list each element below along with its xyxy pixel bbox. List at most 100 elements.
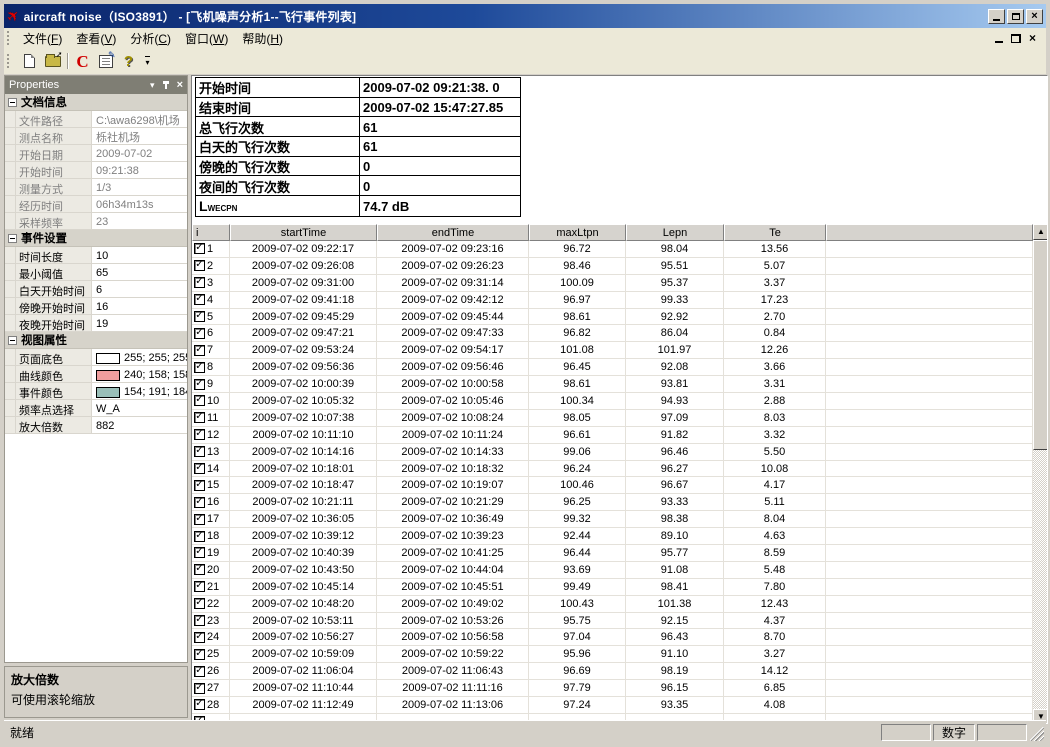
table-row[interactable]: 132009-07-02 10:14:162009-07-02 10:14:33… xyxy=(192,444,1033,461)
event-checkbox[interactable] xyxy=(194,260,205,271)
event-checkbox[interactable] xyxy=(194,514,205,525)
color-swatch[interactable] xyxy=(96,353,120,364)
event-checkbox[interactable] xyxy=(194,379,205,390)
table-row[interactable]: 162009-07-02 10:21:112009-07-02 10:21:29… xyxy=(192,494,1033,511)
vertical-scrollbar[interactable]: ▲ ▼ xyxy=(1033,224,1048,724)
event-checkbox[interactable] xyxy=(194,412,205,423)
event-checkbox[interactable] xyxy=(194,328,205,339)
event-checkbox[interactable] xyxy=(194,581,205,592)
table-row[interactable]: 102009-07-02 10:05:322009-07-02 10:05:46… xyxy=(192,393,1033,410)
menu-item-analysis[interactable]: 分析(C) xyxy=(123,30,178,48)
table-row[interactable]: 212009-07-02 10:45:142009-07-02 10:45:51… xyxy=(192,579,1033,596)
event-checkbox[interactable] xyxy=(194,446,205,457)
table-row[interactable]: 32009-07-02 09:31:002009-07-02 09:31:141… xyxy=(192,275,1033,292)
table-row[interactable]: 82009-07-02 09:56:362009-07-02 09:56:469… xyxy=(192,359,1033,376)
panel-menu-chevron-icon[interactable]: ▾ xyxy=(150,81,155,90)
property-section-header[interactable]: 事件设置 xyxy=(5,230,187,247)
event-checkbox[interactable] xyxy=(194,497,205,508)
event-checkbox[interactable] xyxy=(194,683,205,694)
table-row[interactable]: 282009-07-02 11:12:492009-07-02 11:13:06… xyxy=(192,697,1033,714)
toolbar-grip[interactable] xyxy=(7,54,12,68)
table-row[interactable]: 262009-07-02 11:06:042009-07-02 11:06:43… xyxy=(192,663,1033,680)
table-row[interactable]: 172009-07-02 10:36:052009-07-02 10:36:49… xyxy=(192,511,1033,528)
event-checkbox[interactable] xyxy=(194,531,205,542)
property-section-header[interactable]: 视图属性 xyxy=(5,332,187,349)
event-checkbox[interactable] xyxy=(194,615,205,626)
color-swatch[interactable] xyxy=(96,370,120,381)
panel-close-icon[interactable]: × xyxy=(177,80,183,91)
table-row[interactable]: 12009-07-02 09:22:172009-07-02 09:23:169… xyxy=(192,241,1033,258)
column-header-filler[interactable] xyxy=(826,224,1033,241)
event-checkbox[interactable] xyxy=(194,632,205,643)
table-row[interactable]: 252009-07-02 10:59:092009-07-02 10:59:22… xyxy=(192,646,1033,663)
menubar-grip[interactable] xyxy=(7,31,12,45)
property-value[interactable]: 19 xyxy=(92,315,187,332)
property-section-header[interactable]: 文档信息 xyxy=(5,94,187,111)
property-value[interactable]: 240; 158; 158 xyxy=(92,366,187,383)
event-checkbox[interactable] xyxy=(194,480,205,491)
property-value[interactable]: 882 xyxy=(92,417,187,434)
table-row[interactable]: 192009-07-02 10:40:392009-07-02 10:41:25… xyxy=(192,545,1033,562)
scrollbar-track[interactable] xyxy=(1033,240,1048,709)
table-row[interactable]: 142009-07-02 10:18:012009-07-02 10:18:32… xyxy=(192,461,1033,478)
table-row[interactable]: 112009-07-02 10:07:382009-07-02 10:08:24… xyxy=(192,410,1033,427)
event-checkbox[interactable] xyxy=(194,277,205,288)
table-row[interactable]: 52009-07-02 09:45:292009-07-02 09:45:449… xyxy=(192,309,1033,326)
collapse-minus-icon[interactable] xyxy=(8,336,17,345)
new-document-button[interactable] xyxy=(18,50,41,72)
event-checkbox[interactable] xyxy=(194,294,205,305)
event-checkbox[interactable] xyxy=(194,345,205,356)
table-row[interactable]: 222009-07-02 10:48:202009-07-02 10:49:02… xyxy=(192,596,1033,613)
toolbar-overflow-button[interactable]: ▾ xyxy=(142,50,153,72)
column-header-endTime[interactable]: endTime xyxy=(377,224,529,241)
maximize-button[interactable] xyxy=(1007,9,1024,24)
table-row[interactable]: 202009-07-02 10:43:502009-07-02 10:44:04… xyxy=(192,562,1033,579)
menu-item-view[interactable]: 查看(V) xyxy=(69,30,123,48)
property-value[interactable]: 255; 255; 255 xyxy=(92,349,187,366)
table-row[interactable]: 62009-07-02 09:47:212009-07-02 09:47:339… xyxy=(192,325,1033,342)
column-header-startTime[interactable]: startTime xyxy=(230,224,377,241)
table-row[interactable]: 42009-07-02 09:41:182009-07-02 09:42:129… xyxy=(192,292,1033,309)
property-value[interactable]: 6 xyxy=(92,281,187,298)
event-checkbox[interactable] xyxy=(194,311,205,322)
mdi-restore-button[interactable] xyxy=(1011,34,1021,43)
analysis-button[interactable]: C xyxy=(71,50,94,72)
table-row[interactable]: 122009-07-02 10:11:102009-07-02 10:11:24… xyxy=(192,427,1033,444)
event-checkbox[interactable] xyxy=(194,243,205,254)
open-file-button[interactable] xyxy=(41,50,64,72)
menu-item-window[interactable]: 窗口(W) xyxy=(178,30,235,48)
resize-grip[interactable] xyxy=(1030,727,1044,741)
event-checkbox[interactable] xyxy=(194,429,205,440)
property-value[interactable]: 16 xyxy=(92,298,187,315)
event-checkbox[interactable] xyxy=(194,395,205,406)
collapse-minus-icon[interactable] xyxy=(8,234,17,243)
mdi-minimize-button[interactable] xyxy=(995,41,1003,43)
menu-item-file[interactable]: 文件(F) xyxy=(16,30,69,48)
column-header-maxLtpn[interactable]: maxLtpn xyxy=(529,224,626,241)
mdi-close-button[interactable]: × xyxy=(1029,32,1036,44)
event-checkbox[interactable] xyxy=(194,649,205,660)
column-header-Lepn[interactable]: Lepn xyxy=(626,224,724,241)
close-button[interactable]: × xyxy=(1026,9,1043,24)
table-row[interactable]: 232009-07-02 10:53:112009-07-02 10:53:26… xyxy=(192,613,1033,630)
menu-item-help[interactable]: 帮助(H) xyxy=(235,30,290,48)
properties-button[interactable] xyxy=(94,50,117,72)
table-row[interactable]: 92009-07-02 10:00:392009-07-02 10:00:589… xyxy=(192,376,1033,393)
event-checkbox[interactable] xyxy=(194,598,205,609)
property-value[interactable]: 154; 191; 184 xyxy=(92,383,187,400)
pin-icon[interactable] xyxy=(162,80,170,90)
event-checkbox[interactable] xyxy=(194,699,205,710)
table-row[interactable]: 242009-07-02 10:56:272009-07-02 10:56:58… xyxy=(192,629,1033,646)
scrollbar-thumb[interactable] xyxy=(1033,240,1048,450)
property-value[interactable]: W_A xyxy=(92,400,187,417)
color-swatch[interactable] xyxy=(96,387,120,398)
help-button[interactable]: ? xyxy=(117,50,140,72)
table-row[interactable]: 72009-07-02 09:53:242009-07-02 09:54:171… xyxy=(192,342,1033,359)
event-checkbox[interactable] xyxy=(194,666,205,677)
minimize-button[interactable] xyxy=(988,9,1005,24)
table-row[interactable]: 152009-07-02 10:18:472009-07-02 10:19:07… xyxy=(192,477,1033,494)
event-checkbox[interactable] xyxy=(194,463,205,474)
collapse-minus-icon[interactable] xyxy=(8,98,17,107)
event-checkbox[interactable] xyxy=(194,362,205,373)
table-row[interactable]: 22009-07-02 09:26:082009-07-02 09:26:239… xyxy=(192,258,1033,275)
